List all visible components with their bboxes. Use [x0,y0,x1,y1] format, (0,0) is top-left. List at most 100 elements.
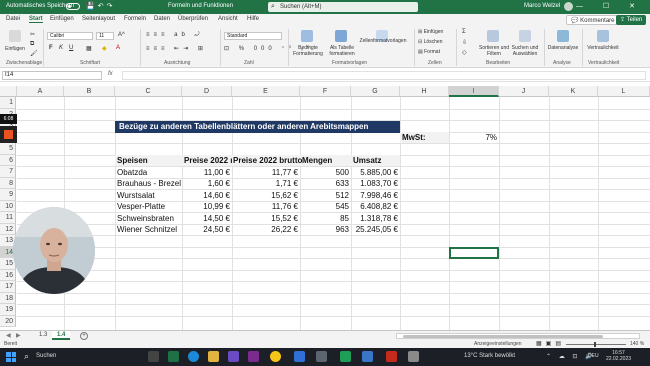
windows-start-icon[interactable] [6,352,16,362]
add-sheet-button[interactable]: + [80,332,88,340]
cell-menge[interactable]: 512 [300,190,349,201]
window-controls[interactable]: — ☐ ✕ [576,2,644,10]
fx-icon[interactable]: fx [108,71,113,77]
column-header-e[interactable]: E [232,86,300,97]
chrome-app-icon[interactable] [270,351,281,362]
name-box[interactable]: I14 [2,71,102,80]
quick-access-toolbar[interactable]: 💾↶↷ [86,2,115,10]
taskbar-search-icon[interactable]: ⌕ [24,351,29,362]
cell-preis-brutto[interactable]: 15,62 € [232,190,298,201]
cell-preis-netto[interactable]: 10,99 € [182,201,230,212]
cell-preis-netto[interactable]: 14,50 € [182,213,230,224]
column-header-f[interactable]: F [300,86,351,97]
column-header-k[interactable]: K [549,86,598,97]
vat-value[interactable]: 7% [449,132,497,143]
cell-preis-brutto[interactable]: 1,71 € [232,178,298,189]
sheet-tab-1-3[interactable]: 1.3 [34,331,52,340]
cell-speise[interactable]: Wurstsalat [117,190,155,201]
column-header-l[interactable]: L [598,86,650,97]
header-preise-brutto[interactable]: Preise 2022 brutto [233,155,302,166]
cell-preis-netto[interactable]: 24,50 € [182,224,230,235]
row-header-16[interactable]: 16 [0,269,16,281]
row-header-8[interactable]: 8 [0,177,16,189]
border-icon[interactable]: ▦ [86,45,92,52]
copy-icon[interactable]: ⧉ [30,41,34,48]
app-icon[interactable] [408,351,419,362]
column-header-i[interactable]: I [449,86,499,97]
delete-cells-button[interactable]: ⊟ Löschen [418,39,443,45]
cell-menge[interactable]: 500 [300,167,349,178]
tab-einfuegen[interactable]: Einfügen [50,16,74,22]
clear-icon[interactable]: ◇ [462,49,467,56]
column-header-b[interactable]: B [64,86,115,97]
app-icon[interactable] [294,351,305,362]
select-all-corner[interactable] [0,86,17,97]
tab-daten[interactable]: Daten [154,16,170,22]
cell-preis-netto[interactable]: 11,00 € [182,167,230,178]
header-umsatz[interactable]: Umsatz [353,155,381,166]
view-mode-icons[interactable]: ▦▣▤ [536,340,565,347]
teams-app-icon[interactable] [228,351,239,362]
scrollbar-thumb[interactable] [403,335,603,338]
sheet-prev-icon[interactable]: ◀ [6,332,11,339]
number-format-select[interactable]: Standard [224,32,282,40]
header-speisen[interactable]: Speisen [117,155,148,166]
tab-hilfe[interactable]: Hilfe [247,16,259,22]
tab-ueberpruefen[interactable]: Überprüfen [178,16,208,22]
share-button[interactable]: ⇪ Teilen [616,15,647,25]
row-header-7[interactable]: 7 [0,166,16,178]
active-cell-selection[interactable] [449,247,499,259]
record-stop-button[interactable] [0,126,17,143]
conditional-formatting-button[interactable] [296,30,318,44]
tab-formeln[interactable]: Formeln [124,16,146,22]
header-mengen[interactable]: Mengen [302,155,332,166]
cell-menge[interactable]: 545 [300,201,349,212]
row-header-11[interactable]: 11 [0,212,16,224]
cell-speise[interactable]: Wiener Schnitzel [117,224,177,235]
sheet-next-icon[interactable]: ▶ [16,332,21,339]
font-size-select[interactable]: 11 [96,32,114,40]
row-header-20[interactable]: 20 [0,315,16,327]
autosum-icon[interactable]: Σ [462,29,466,35]
explorer-app-icon[interactable] [208,351,219,362]
cell-umsatz[interactable]: 1.318,78 € [351,213,398,224]
zoom-slider[interactable] [566,342,626,347]
sheet-tab-1-4[interactable]: 1.4 [52,331,71,340]
cell-umsatz[interactable]: 5.885,00 € [351,167,398,178]
column-header-g[interactable]: G [351,86,400,97]
horizontal-align-icons[interactable]: ≡≡≡ ⇤⇥ ⊞ [146,45,207,52]
vat-label[interactable]: MwSt: [402,132,426,143]
underline-icon[interactable]: U [69,45,73,51]
find-select-button[interactable] [514,30,536,44]
header-preise-netto[interactable]: Preise 2022 n [184,155,232,166]
tab-datei[interactable]: Datei [6,16,20,22]
cell-menge[interactable]: 85 [300,213,349,224]
fill-color-icon[interactable]: ◆ [102,45,107,52]
cell-speise[interactable]: Obatzda [117,167,147,178]
display-settings[interactable]: Anzeigeeinstellungen [474,341,522,347]
user-name[interactable]: Marco Welzel [524,3,560,9]
horizontal-scrollbar[interactable] [396,333,640,339]
format-as-table-button[interactable] [330,30,352,44]
font-grow-icon[interactable]: A^ [118,32,125,38]
fill-icon[interactable]: ⇩ [462,39,467,46]
app-icon[interactable] [316,351,327,362]
cell-speise[interactable]: Schweinsbraten [117,213,174,224]
insert-cells-button[interactable]: ⊞ Einfügen [418,29,443,35]
taskbar-search-label[interactable]: Suchen [36,353,56,359]
zoom-level[interactable]: 140 % [630,341,644,347]
row-header-12[interactable]: 12 [0,223,16,235]
bold-icon[interactable]: F [49,45,53,51]
row-header-10[interactable]: 10 [0,200,16,212]
cell-preis-netto[interactable]: 14,60 € [182,190,230,201]
row-header-5[interactable]: 5 [0,143,16,155]
edge-app-icon[interactable] [188,351,199,362]
comments-button[interactable]: 💬 Kommentare [566,15,620,25]
row-header-1[interactable]: 1 [0,97,16,109]
vertical-align-icons[interactable]: ≡≡≡ ab ⤾ [146,32,204,39]
font-name-select[interactable]: Calibri [47,32,93,40]
column-header-d[interactable]: D [182,86,232,97]
row-header-18[interactable]: 18 [0,292,16,304]
task-view-icon[interactable] [148,351,159,362]
cell-preis-brutto[interactable]: 11,76 € [232,201,298,212]
